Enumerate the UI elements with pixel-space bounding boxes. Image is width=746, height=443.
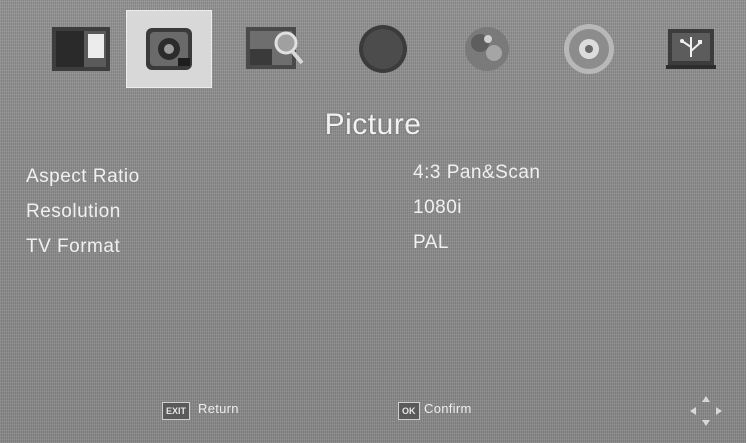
tab-usb[interactable] [648, 10, 734, 88]
tab-search[interactable] [232, 10, 318, 88]
disc-icon [560, 20, 618, 78]
search-picture-icon [242, 21, 308, 77]
setting-value[interactable]: 1080i [413, 197, 462, 219]
dark-circle-icon [355, 21, 411, 77]
tab-color[interactable] [444, 10, 530, 88]
tv-screen-icon [50, 24, 112, 74]
tab-disc[interactable] [546, 10, 632, 88]
setting-row-aspect-ratio[interactable]: Aspect Ratio 4:3 Pan&Scan [0, 162, 746, 198]
picture-settings-icon [138, 20, 200, 78]
ok-key-icon: OK [398, 402, 420, 420]
exit-key-icon: EXIT [162, 402, 191, 420]
page-title: Picture [324, 108, 422, 141]
tab-audio[interactable] [340, 10, 426, 88]
setting-row-tv-format[interactable]: TV Format PAL [0, 232, 746, 268]
osd-screen: Picture Aspect Ratio 4:3 Pan&Scan Resolu… [0, 0, 746, 443]
colorful-swirl-icon [458, 21, 516, 77]
navigation-arrows-icon [686, 394, 726, 428]
setting-label: TV Format [26, 236, 121, 257]
confirm-hint[interactable]: Confirm [424, 401, 472, 416]
tab-picture[interactable] [126, 10, 212, 88]
menu-icon-bar [0, 0, 746, 100]
setting-row-resolution[interactable]: Resolution 1080i [0, 197, 746, 233]
usb-icon [664, 23, 718, 75]
setting-label: Resolution [26, 201, 121, 222]
setting-value[interactable]: PAL [413, 232, 449, 254]
footer-hints: EXIT Return OK Confirm [0, 392, 746, 432]
tab-tv-screen[interactable] [38, 10, 124, 88]
setting-value[interactable]: 4:3 Pan&Scan [413, 162, 540, 184]
return-hint[interactable]: Return [198, 401, 239, 416]
setting-label: Aspect Ratio [26, 166, 140, 187]
